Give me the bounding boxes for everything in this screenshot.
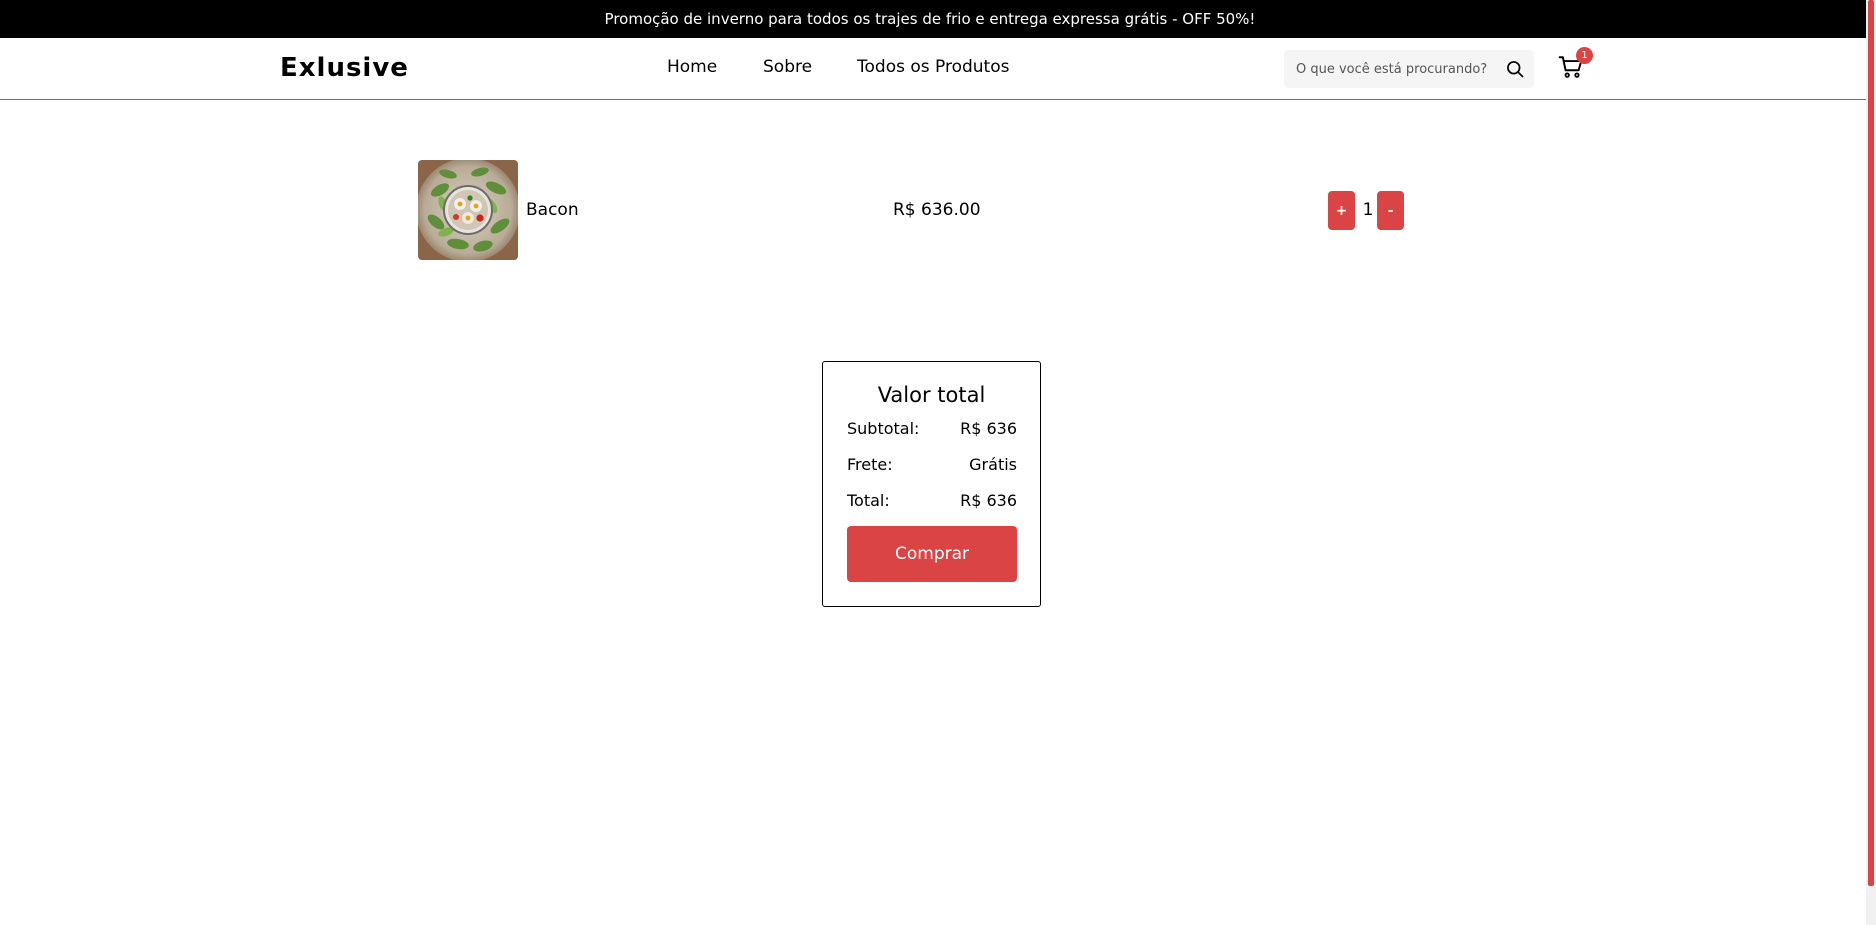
buy-button[interactable]: Comprar	[847, 526, 1017, 582]
shipping-label: Frete:	[847, 455, 893, 474]
promo-bar: Promoção de inverno para todos os trajes…	[0, 0, 1876, 38]
total-value: R$ 636	[960, 491, 1017, 510]
product-price: R$ 636.00	[893, 200, 981, 220]
search-box	[1284, 50, 1534, 88]
search-input[interactable]	[1296, 59, 1496, 79]
nav-all-products-link[interactable]: Todos os Produtos	[857, 57, 1009, 77]
cart-count-badge: 1	[1576, 47, 1593, 64]
increase-quantity-button[interactable]: +	[1328, 191, 1355, 230]
product-name: Bacon	[526, 200, 579, 220]
subtotal-value: R$ 636	[960, 419, 1017, 438]
page: Promoção de inverno para todos os trajes…	[0, 0, 1876, 925]
product-image	[418, 160, 518, 260]
salad-bowl-image	[418, 160, 518, 260]
quantity-value: 1	[1362, 200, 1374, 220]
header: Exlusive Home Sobre Todos os Produtos 1	[0, 38, 1866, 100]
logo[interactable]: Exlusive	[280, 53, 409, 83]
nav-about-link[interactable]: Sobre	[763, 57, 812, 77]
decrease-quantity-button[interactable]: -	[1377, 191, 1404, 230]
cart-item-row: Bacon R$ 636.00 + 1 -	[418, 160, 1418, 262]
scrollbar-thumb[interactable]	[1868, 0, 1874, 886]
promo-text: Promoção de inverno para todos os trajes…	[604, 10, 1256, 28]
cart-button[interactable]: 1	[1558, 47, 1593, 86]
total-label: Total:	[847, 491, 890, 510]
nav-home-link[interactable]: Home	[667, 57, 717, 77]
search-icon[interactable]	[1505, 59, 1525, 79]
subtotal-label: Subtotal:	[847, 419, 920, 438]
shipping-value: Grátis	[969, 455, 1017, 474]
summary-title: Valor total	[877, 383, 986, 407]
order-summary-card: Valor total Subtotal: R$ 636 Frete: Grát…	[822, 361, 1041, 607]
